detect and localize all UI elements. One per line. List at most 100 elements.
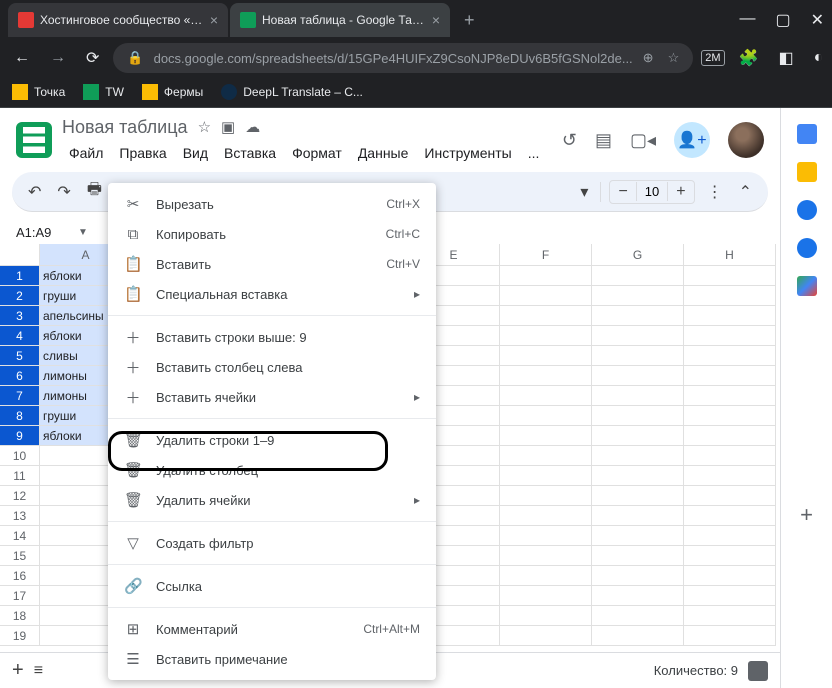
maps-icon[interactable] [797, 276, 817, 296]
cell[interactable] [592, 526, 684, 546]
menu-insert[interactable]: Вставка [217, 142, 283, 164]
maximize-icon[interactable]: ▢ [775, 10, 790, 30]
menu-view[interactable]: Вид [176, 142, 215, 164]
url-input[interactable]: 🔒 docs.google.com/spreadsheets/d/15GPe4H… [113, 43, 693, 73]
cell[interactable] [684, 446, 776, 466]
add-sheet-button[interactable]: + [12, 659, 24, 682]
close-icon[interactable]: × [432, 12, 440, 28]
close-icon[interactable]: ✕ [811, 10, 824, 30]
cell[interactable] [684, 306, 776, 326]
cell[interactable] [500, 406, 592, 426]
row-header[interactable]: 11 [0, 466, 40, 486]
tasks-icon[interactable] [797, 200, 817, 220]
cell[interactable] [500, 426, 592, 446]
avatar[interactable] [728, 122, 764, 158]
star-icon[interactable]: ☆ [198, 118, 211, 136]
cell[interactable] [684, 566, 776, 586]
new-tab-button[interactable]: + [452, 10, 487, 31]
cell[interactable] [684, 386, 776, 406]
undo-button[interactable]: ↶ [24, 178, 45, 206]
cell[interactable] [500, 386, 592, 406]
menu-tools[interactable]: Инструменты [417, 142, 518, 164]
context-menu-item[interactable]: ✂ВырезатьCtrl+X [108, 189, 436, 219]
cell[interactable] [592, 406, 684, 426]
cell[interactable] [592, 366, 684, 386]
translate-icon[interactable]: ⊕ [643, 50, 654, 66]
increase-font-button[interactable]: + [668, 181, 693, 203]
cell[interactable] [592, 546, 684, 566]
row-header[interactable]: 13 [0, 506, 40, 526]
more-icon[interactable]: ⋮ [703, 178, 727, 206]
row-header[interactable]: 12 [0, 486, 40, 506]
cell[interactable] [684, 426, 776, 446]
menu-data[interactable]: Данные [351, 142, 416, 164]
context-menu-item[interactable]: ＋Вставить ячейки▸ [108, 382, 436, 412]
profile-icon[interactable]: ◐ [808, 45, 830, 71]
back-button[interactable]: ← [8, 45, 36, 71]
bookmark[interactable]: DeepL Translate – С... [221, 84, 363, 100]
share-button[interactable]: 👤+ [674, 122, 710, 158]
sidepanel-icon[interactable]: ◧ [772, 44, 799, 72]
column-header[interactable]: F [500, 244, 592, 266]
cell[interactable] [684, 546, 776, 566]
extensions-icon[interactable]: 🧩 [733, 44, 765, 72]
calendar-icon[interactable] [797, 124, 817, 144]
move-icon[interactable]: ▣ [221, 118, 235, 136]
context-menu-item[interactable]: 🗑Удалить столбец [108, 455, 436, 485]
forward-button[interactable]: → [44, 45, 72, 71]
context-menu-item[interactable]: 🔗Ссылка [108, 571, 436, 601]
cell[interactable] [684, 486, 776, 506]
context-menu-item[interactable]: 📋Специальная вставка▸ [108, 279, 436, 309]
context-menu-item[interactable]: 📋ВставитьCtrl+V [108, 249, 436, 279]
cell[interactable] [500, 466, 592, 486]
cell[interactable] [684, 506, 776, 526]
redo-button[interactable]: ↷ [53, 178, 74, 206]
cell[interactable] [592, 626, 684, 646]
cell[interactable] [684, 526, 776, 546]
column-header[interactable]: H [684, 244, 776, 266]
cell[interactable] [500, 286, 592, 306]
context-menu-item[interactable]: ⊞КомментарийCtrl+Alt+M [108, 614, 436, 644]
cell[interactable] [500, 366, 592, 386]
row-header[interactable]: 14 [0, 526, 40, 546]
add-addon-button[interactable]: + [800, 502, 813, 528]
cell[interactable] [500, 546, 592, 566]
row-header[interactable]: 16 [0, 566, 40, 586]
cell[interactable] [500, 306, 592, 326]
font-size-input[interactable]: 10 [636, 182, 668, 201]
explore-button[interactable] [748, 661, 768, 681]
cell[interactable] [592, 326, 684, 346]
cell[interactable] [500, 486, 592, 506]
cell[interactable] [500, 266, 592, 286]
row-header[interactable]: 7 [0, 386, 40, 406]
cell[interactable] [500, 626, 592, 646]
cell[interactable] [592, 586, 684, 606]
row-header[interactable]: 9 [0, 426, 40, 446]
cell[interactable] [592, 486, 684, 506]
meet-icon[interactable]: ▢◂ [630, 130, 656, 151]
menu-format[interactable]: Формат [285, 142, 349, 164]
context-menu-item[interactable]: 🗑Удалить ячейки▸ [108, 485, 436, 515]
cell[interactable] [684, 626, 776, 646]
row-header[interactable]: 19 [0, 626, 40, 646]
cell[interactable] [592, 266, 684, 286]
cell[interactable] [500, 586, 592, 606]
column-header[interactable]: G [592, 244, 684, 266]
name-box-input[interactable]: A1:A9 [12, 223, 72, 242]
cell[interactable] [592, 346, 684, 366]
row-header[interactable]: 17 [0, 586, 40, 606]
cell[interactable] [592, 426, 684, 446]
cell[interactable] [592, 386, 684, 406]
contacts-icon[interactable] [797, 238, 817, 258]
row-header[interactable]: 5 [0, 346, 40, 366]
cell[interactable] [684, 326, 776, 346]
cell[interactable] [684, 406, 776, 426]
cell[interactable] [684, 466, 776, 486]
cell[interactable] [684, 606, 776, 626]
cell[interactable] [684, 346, 776, 366]
cell[interactable] [592, 466, 684, 486]
keep-icon[interactable] [797, 162, 817, 182]
comments-icon[interactable]: ▤ [595, 130, 612, 151]
cell[interactable] [500, 606, 592, 626]
collapse-icon[interactable]: ⌃ [735, 178, 756, 206]
